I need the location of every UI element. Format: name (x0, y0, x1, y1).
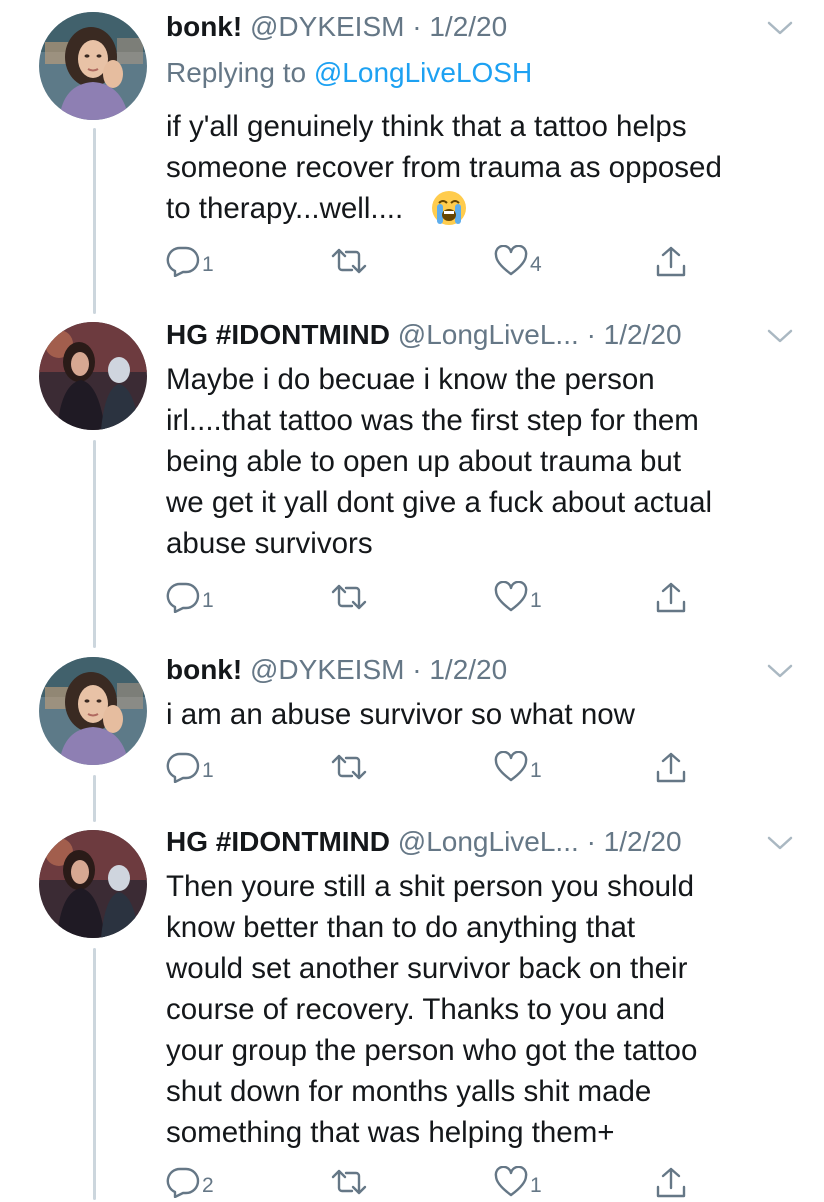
tweet-text: i am an abuse survivor so what now (166, 694, 806, 735)
retweet-icon (331, 754, 367, 780)
user-handle[interactable]: @DYKEISM (250, 654, 404, 685)
display-name[interactable]: bonk! (166, 11, 242, 42)
thread-line (93, 128, 96, 314)
reply-count: 1 (202, 759, 214, 782)
avatar-image (39, 657, 147, 765)
display-name[interactable]: HG #IDONTMIND (166, 319, 390, 350)
separator-dot: · (412, 654, 422, 685)
tweet-text-line: Then youre still a shit person you shoul… (166, 870, 695, 903)
avatar-image (39, 12, 147, 120)
tweet-text-line: we get it yall dont give a fuck about ac… (166, 486, 713, 519)
tweet-date[interactable]: 1/2/20 (604, 826, 682, 857)
avatar[interactable] (39, 657, 147, 765)
chevron-down-icon[interactable] (766, 326, 794, 346)
tweet-text: Then youre still a shit person you shoul… (166, 866, 806, 1153)
tweet-text-line: shut down for months yalls shit made (166, 1075, 652, 1108)
tweet-text-line: if y'all genuinely think that a tattoo h… (166, 110, 687, 143)
replying-to-handle[interactable]: @LongLiveLOSH (314, 57, 532, 88)
like-icon (494, 581, 528, 612)
reply-count: 2 (202, 1174, 214, 1197)
tweet-actions: 1 1 (166, 747, 726, 787)
reply-icon (166, 246, 200, 277)
tweet-text-line: being able to open up about trauma but (166, 445, 682, 478)
like-icon (494, 245, 528, 276)
avatar[interactable] (39, 12, 147, 120)
chevron-down-icon[interactable] (766, 661, 794, 681)
like-count: 1 (530, 1174, 542, 1197)
like-count: 1 (530, 759, 542, 782)
replying-to: Replying to @LongLiveLOSH (166, 56, 532, 90)
tweet-actions: 2 1 (166, 1162, 726, 1202)
display-name[interactable]: HG #IDONTMIND (166, 826, 390, 857)
tweet-text-line: course of recovery. Thanks to you and (166, 993, 666, 1026)
tweet-date[interactable]: 1/2/20 (429, 654, 507, 685)
tweet-text-line: irl....that tattoo was the first step fo… (166, 404, 699, 437)
chevron-down-icon[interactable] (766, 833, 794, 853)
tweet-date[interactable]: 1/2/20 (429, 11, 507, 42)
reply-icon (166, 1167, 200, 1198)
avatar-image (39, 830, 147, 938)
tweet-text-line: your group the person who got the tattoo (166, 1034, 698, 1067)
like-count: 1 (530, 589, 542, 612)
retweet-icon (331, 1169, 367, 1195)
tweet-date[interactable]: 1/2/20 (604, 319, 682, 350)
tweet-text: Maybe i do becuae i know the person irl.… (166, 359, 806, 564)
tweet-text-line: know better than to do anything that (166, 911, 636, 944)
user-handle[interactable]: @LongLiveL... (398, 319, 579, 350)
thread-line (93, 948, 96, 1200)
like-icon (494, 751, 528, 782)
tweet-text-line: would set another survivor back on their (166, 952, 688, 985)
user-handle[interactable]: @LongLiveL... (398, 826, 579, 857)
avatar-image (39, 322, 147, 430)
tweet-actions: 1 4 (166, 241, 726, 281)
tweet-actions: 1 1 (166, 577, 726, 617)
tweet-text-line: something that was helping them+ (166, 1116, 615, 1149)
reply-count: 1 (202, 589, 214, 612)
chevron-down-icon[interactable] (766, 18, 794, 38)
display-name[interactable]: bonk! (166, 654, 242, 685)
tweet-header: HG #IDONTMIND @LongLiveL... · 1/2/20 (166, 318, 764, 352)
reply-count: 1 (202, 253, 214, 276)
tweet-text-line: i am an abuse survivor so what now (166, 698, 635, 731)
avatar[interactable] (39, 830, 147, 938)
tweet-header: bonk! @DYKEISM · 1/2/20 (166, 10, 764, 44)
retweet-icon (331, 584, 367, 610)
tweet-text-line: to therapy...well.... (166, 188, 806, 229)
like-icon (494, 1166, 528, 1197)
user-handle[interactable]: @DYKEISM (250, 11, 404, 42)
tweet-text-segment: to therapy...well.... (166, 192, 404, 225)
share-icon (656, 752, 686, 783)
retweet-icon (331, 248, 367, 274)
separator-dot: · (586, 826, 596, 857)
share-icon (656, 246, 686, 277)
tweet-text-line: someone recover from trauma as opposed (166, 151, 722, 184)
loudly-crying-face-emoji (432, 191, 466, 225)
reply-icon (166, 752, 200, 783)
separator-dot: · (586, 319, 596, 350)
replying-to-label: Replying to (166, 57, 307, 88)
like-count: 4 (530, 253, 542, 276)
share-icon (656, 582, 686, 613)
thread-line (93, 440, 96, 648)
share-icon (656, 1167, 686, 1198)
tweet-text-line: abuse survivors (166, 527, 373, 560)
thread-line (93, 775, 96, 822)
tweet-header: HG #IDONTMIND @LongLiveL... · 1/2/20 (166, 825, 764, 859)
tweet-header: bonk! @DYKEISM · 1/2/20 (166, 653, 764, 687)
avatar[interactable] (39, 322, 147, 430)
tweet-text: if y'all genuinely think that a tattoo h… (166, 106, 806, 229)
tweet-text-line: Maybe i do becuae i know the person (166, 363, 655, 396)
reply-icon (166, 582, 200, 613)
separator-dot: · (412, 11, 422, 42)
